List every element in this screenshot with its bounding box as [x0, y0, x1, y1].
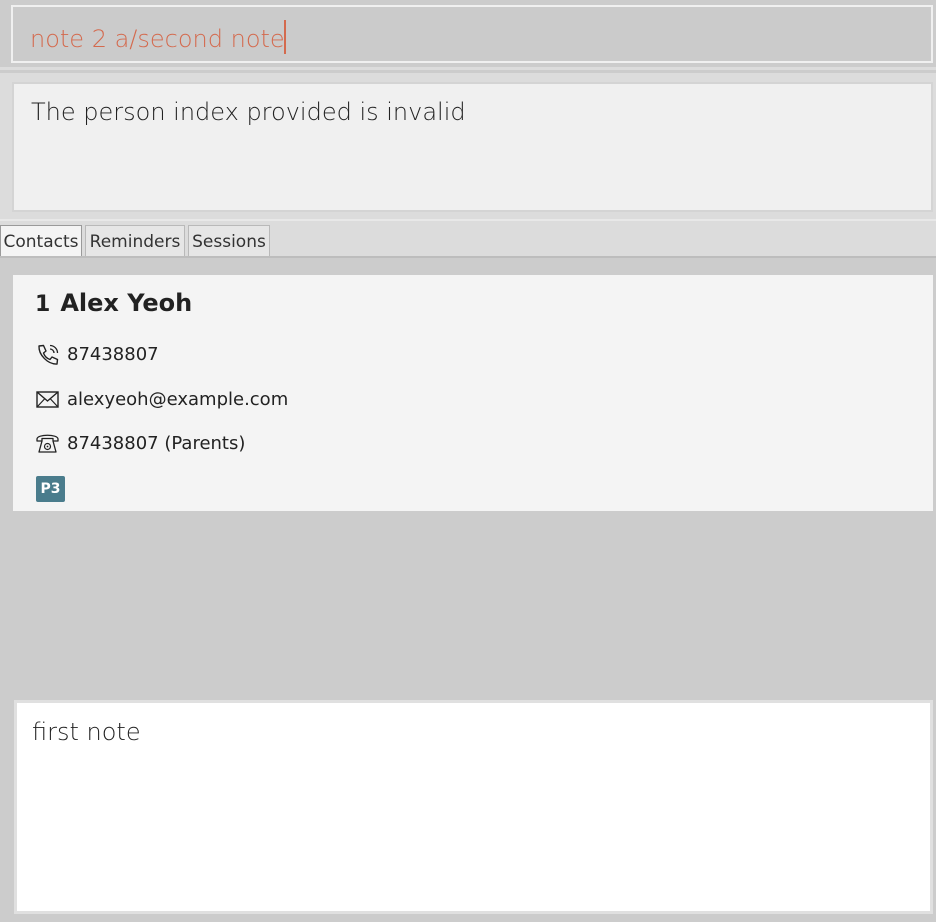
person-card[interactable]: 1 Alex Yeoh 87438807 alexyeoh@example.co…	[13, 275, 933, 511]
tab-sessions[interactable]: Sessions	[188, 225, 270, 259]
tab-reminders[interactable]: Reminders	[85, 225, 185, 259]
command-input[interactable]: note 2 a/second note	[11, 5, 933, 63]
tag-badge: P3	[36, 476, 65, 502]
command-input-value[interactable]: note 2 a/second note	[30, 25, 285, 53]
person-card-header: 1 Alex Yeoh	[35, 289, 192, 317]
notes-text: first note	[32, 718, 141, 746]
person-index: 1	[35, 292, 51, 317]
text-caret	[283, 20, 286, 54]
result-message: The person index provided is invalid	[31, 98, 466, 126]
tab-bar: Contacts Reminders Sessions	[0, 219, 936, 261]
notes-display[interactable]: first note	[14, 700, 933, 914]
person-list[interactable]: 1 Alex Yeoh 87438807 alexyeoh@example.co…	[0, 258, 936, 698]
person-parent-phone: 87438807 (Parents)	[67, 433, 246, 454]
result-display-container: The person index provided is invalid	[0, 73, 936, 219]
person-name: Alex Yeoh	[60, 289, 193, 317]
phone-icon	[35, 343, 61, 367]
person-phone: 87438807	[67, 344, 159, 365]
result-display[interactable]: The person index provided is invalid	[12, 82, 933, 212]
telephone-icon	[35, 432, 61, 456]
person-email: alexyeoh@example.com	[67, 389, 289, 410]
command-box-container: note 2 a/second note	[0, 0, 936, 70]
notes-panel: first note	[0, 698, 936, 922]
envelope-icon	[35, 388, 61, 412]
command-input-text[interactable]: note 2 a/second note	[30, 20, 286, 54]
